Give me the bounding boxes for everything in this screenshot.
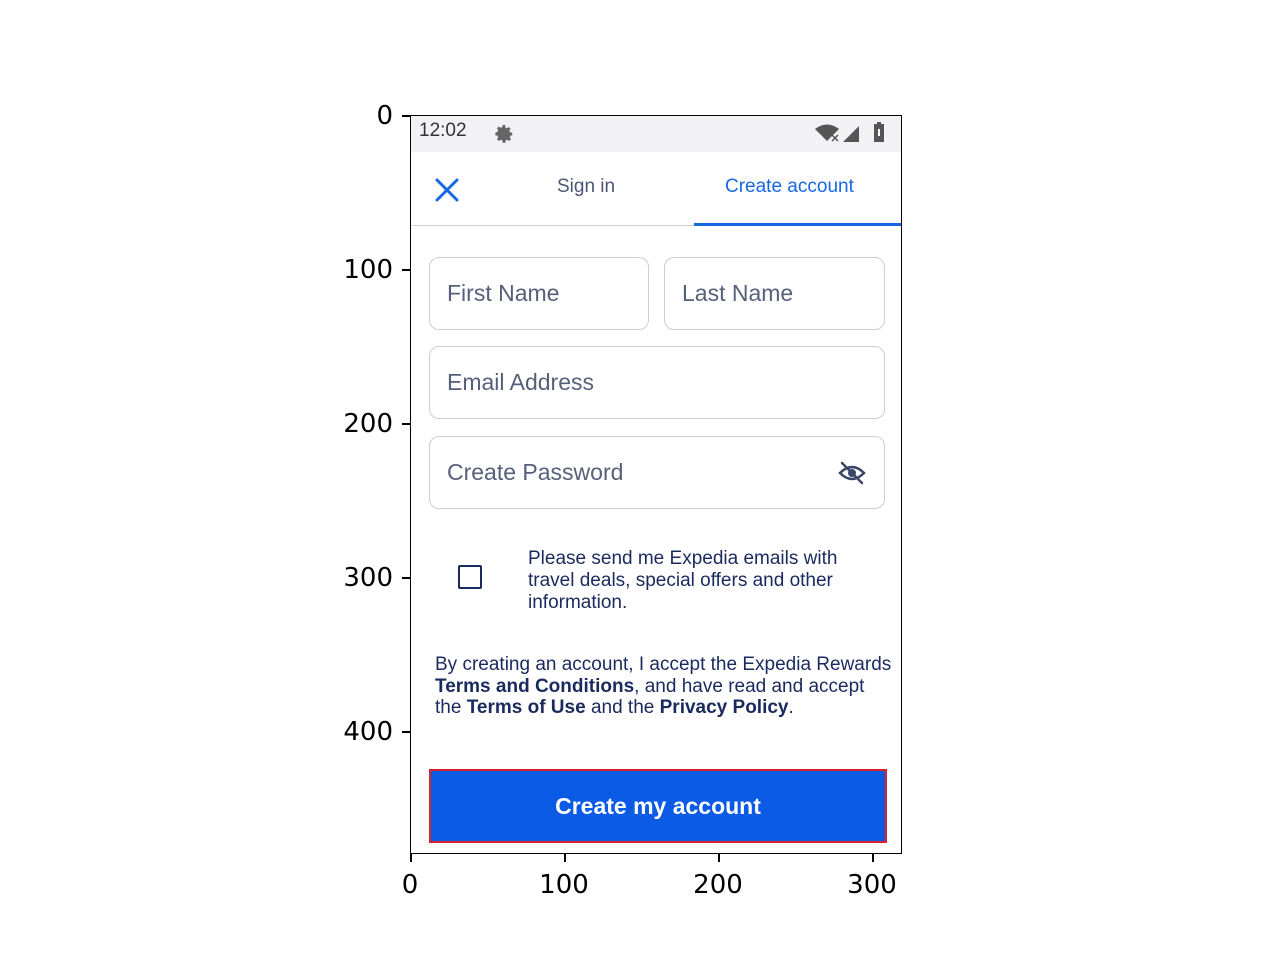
x-tick: [872, 854, 874, 862]
last-name-field[interactable]: [664, 257, 885, 330]
active-tab-indicator: [694, 223, 901, 226]
legal-text-part: and the: [585, 697, 660, 718]
password-input[interactable]: [430, 437, 884, 508]
y-tick-label: 200: [343, 409, 393, 439]
email-input[interactable]: [430, 347, 884, 418]
tab-sign-in[interactable]: Sign in: [557, 176, 615, 198]
y-tick: [402, 423, 410, 425]
close-icon[interactable]: [431, 174, 463, 206]
y-tick-label: 400: [343, 717, 393, 747]
terms-of-use-link[interactable]: Terms of Use: [467, 697, 586, 718]
legal-text-part: By creating an account, I accept the Exp…: [435, 654, 892, 675]
x-tick-label: 100: [539, 870, 589, 900]
x-tick-label: 200: [693, 870, 743, 900]
create-my-account-button[interactable]: Create my account: [429, 769, 887, 843]
password-field[interactable]: [429, 436, 885, 509]
email-optin-checkbox[interactable]: [458, 565, 482, 589]
tab-create-account[interactable]: Create account: [725, 176, 854, 198]
x-tick: [718, 854, 720, 862]
phone-screen: 12:02 Sign in Create account First Name …: [410, 115, 902, 854]
privacy-policy-link[interactable]: Privacy Policy: [660, 697, 789, 718]
status-time: 12:02: [419, 120, 467, 141]
y-tick-label: 100: [343, 255, 393, 285]
auth-tab-bar: Sign in Create account: [411, 152, 901, 226]
email-optin-label: Please send me Expedia emails with trave…: [528, 548, 838, 613]
y-tick: [402, 115, 410, 117]
status-icons: [815, 122, 884, 142]
last-name-input[interactable]: [665, 258, 884, 329]
x-tick-label: 0: [401, 870, 419, 900]
eye-slash-icon[interactable]: [838, 461, 866, 485]
battery-icon: [874, 122, 884, 142]
gear-icon: [495, 124, 513, 143]
first-name-field[interactable]: [429, 257, 649, 330]
y-tick: [402, 731, 410, 733]
x-tick: [410, 854, 412, 862]
y-tick: [402, 577, 410, 579]
wifi-icon: [815, 124, 839, 142]
x-tick-label: 300: [847, 870, 897, 900]
first-name-input[interactable]: [430, 258, 648, 329]
legal-text-part: .: [788, 697, 794, 718]
legal-text: By creating an account, I accept the Exp…: [435, 654, 895, 719]
y-tick-label: 0: [376, 101, 393, 131]
x-tick: [564, 854, 566, 862]
email-field[interactable]: [429, 346, 885, 419]
terms-and-conditions-link[interactable]: Terms and Conditions: [435, 676, 634, 697]
y-tick-label: 300: [343, 563, 393, 593]
y-tick: [402, 269, 410, 271]
status-bar: 12:02: [411, 116, 901, 152]
signal-icon: [843, 126, 859, 142]
